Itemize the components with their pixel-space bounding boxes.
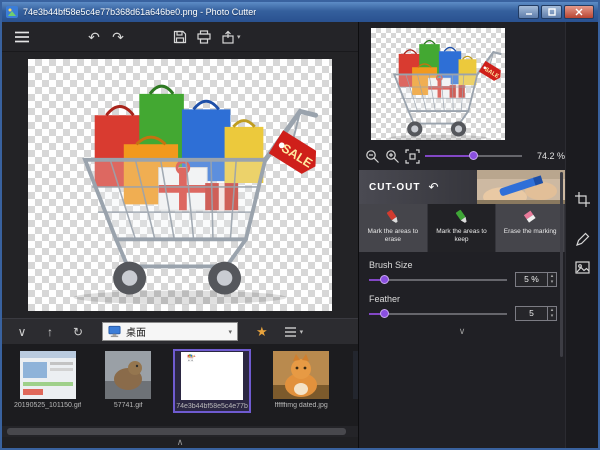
left-column: ↶ ↷ ▾ ∨ [2, 22, 358, 448]
preview-cart-image [371, 28, 505, 144]
panel-collapse-icon[interactable]: ∨ [12, 325, 32, 339]
cutout-banner-image [477, 170, 565, 204]
tool-label: Mark the areas to erase [359, 228, 427, 244]
location-caret-icon: ▾ [228, 328, 232, 336]
pen-icon[interactable] [575, 232, 590, 247]
main-toolbar: ↶ ↷ ▾ [2, 22, 358, 52]
file-name: 57741.gif [114, 402, 143, 409]
brush-size-slider[interactable] [369, 273, 507, 287]
red-marker-icon [385, 209, 401, 225]
mark-erase-button[interactable]: Mark the areas to erase [359, 204, 428, 252]
file-thumbnail[interactable]: 57741.gif [103, 349, 153, 411]
menu-icon[interactable] [10, 26, 34, 48]
app-icon [6, 6, 18, 18]
file-name: ffffffimg dated.jpg [275, 402, 328, 409]
file-browser-bar: ∨ ↑ ↻ 桌面 ▾ ★ ▾ [2, 318, 358, 344]
transparency-checkerboard[interactable] [28, 59, 332, 311]
favorites-star-icon[interactable]: ★ [256, 324, 268, 340]
chevron-up-icon: ∧ [177, 437, 184, 448]
feather-row: 5 ▴▾ [369, 306, 557, 321]
feather-label: Feather [369, 294, 400, 304]
erase-marking-button[interactable]: Erase the marking [496, 204, 565, 252]
panel-scrollbar[interactable] [560, 172, 563, 357]
file-thumbnail[interactable] [351, 349, 358, 404]
file-name: 74e3b44bf58e5c4e77b36... [176, 403, 248, 410]
shopping-cart-image [28, 59, 332, 311]
feather-input[interactable]: 5 ▴▾ [515, 306, 557, 321]
feather-spinner[interactable]: ▴▾ [547, 307, 556, 320]
feather-slider[interactable] [369, 307, 507, 321]
refresh-icon[interactable]: ↻ [68, 325, 88, 339]
zoom-in-icon[interactable] [385, 149, 400, 164]
location-label: 桌面 [126, 324, 223, 339]
print-icon[interactable] [192, 26, 216, 48]
brush-size-spinner[interactable]: ▴▾ [547, 273, 556, 286]
brush-size-input[interactable]: 5 % ▴▾ [515, 272, 557, 287]
zoom-out-icon[interactable] [365, 149, 380, 164]
cutout-undo-icon[interactable]: ↶ [428, 180, 438, 194]
file-thumbnail[interactable]: 20190525_101150.gif [12, 349, 83, 411]
brush-size-row: 5 % ▴▾ [369, 272, 557, 287]
undo-icon[interactable]: ↶ [82, 26, 106, 48]
eraser-icon [522, 209, 538, 225]
preview-thumbnail [371, 28, 505, 140]
image-icon[interactable] [575, 260, 590, 275]
close-button[interactable] [564, 5, 594, 19]
save-icon[interactable] [168, 26, 192, 48]
zoom-level-value: 74.2 % [527, 151, 565, 161]
photo-cutter-window: 74e3b44bf58e5c4e77b368d61a646be0.png - P… [0, 0, 600, 450]
side-tool-strip [565, 22, 598, 448]
view-caret-icon: ▾ [300, 328, 304, 336]
mark-keep-button[interactable]: Mark the areas to keep [428, 204, 497, 252]
green-marker-icon [454, 209, 470, 225]
right-panel: 74.2 % CUT-OUT ↶ Mark the areas to erase… [358, 22, 598, 448]
minimize-button[interactable] [518, 5, 539, 19]
tool-label: Mark the areas to keep [428, 228, 496, 244]
chevron-down-icon: ∨ [459, 326, 466, 336]
thumbnail-strip: 20190525_101150.gif 57741.gif 74e3b44bf5… [2, 344, 358, 426]
maximize-button[interactable] [541, 5, 562, 19]
brush-size-label: Brush Size [369, 260, 413, 270]
window-title: 74e3b44bf58e5c4e77b368d61a646be0.png - P… [23, 7, 256, 17]
file-thumbnail[interactable]: ffffffimg dated.jpg [271, 349, 331, 411]
thumbnail-scrollbar[interactable] [2, 426, 358, 437]
location-dropdown[interactable]: 桌面 ▾ [102, 322, 238, 341]
zoom-slider[interactable] [425, 149, 522, 163]
cutout-tool-buttons: Mark the areas to erase Mark the areas t… [359, 204, 565, 252]
crop-icon[interactable] [575, 192, 590, 207]
browser-collapse-handle[interactable]: ∧ [2, 437, 358, 448]
zoom-controls: 74.2 % [365, 146, 565, 166]
file-thumbnail-selected[interactable]: 74e3b44bf58e5c4e77b36... [173, 349, 251, 413]
list-view-icon [284, 326, 297, 338]
redo-icon[interactable]: ↷ [106, 26, 130, 48]
fit-screen-icon[interactable] [405, 149, 420, 164]
titlebar: 74e3b44bf58e5c4e77b368d61a646be0.png - P… [2, 2, 598, 22]
editing-canvas[interactable] [2, 52, 358, 318]
cutout-section-header: CUT-OUT ↶ [359, 170, 565, 204]
tool-label: Erase the marking [501, 228, 560, 236]
desktop-icon [108, 325, 121, 338]
up-folder-icon[interactable]: ↑ [40, 325, 60, 339]
feather-value: 5 [516, 307, 547, 320]
panel-expand-handle[interactable]: ∨ [359, 326, 565, 337]
export-caret-icon[interactable]: ▾ [237, 33, 241, 41]
scrollbar-thumb[interactable] [7, 428, 346, 435]
brush-size-value: 5 % [516, 273, 547, 286]
view-options-button[interactable]: ▾ [284, 326, 304, 338]
file-name: 20190525_101150.gif [14, 402, 81, 409]
cutout-title: CUT-OUT [369, 182, 420, 193]
